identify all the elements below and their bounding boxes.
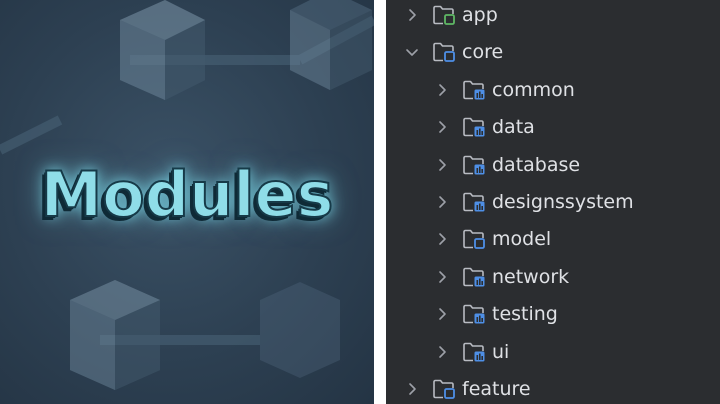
project-tree-panel[interactable]: app core common data database designssystem mo… xyxy=(386,0,720,404)
chevron-right-icon[interactable] xyxy=(434,269,450,285)
chevron-right-icon[interactable] xyxy=(434,194,450,210)
module-folder-icon xyxy=(462,191,486,213)
module-folder-icon xyxy=(432,4,456,26)
module-folder-icon xyxy=(462,116,486,138)
tree-item-database[interactable]: database xyxy=(434,150,580,180)
chevron-right-icon[interactable] xyxy=(434,119,450,135)
module-folder-icon xyxy=(462,228,486,250)
tree-item-common[interactable]: common xyxy=(434,75,575,105)
tree-item-ui[interactable]: ui xyxy=(434,337,509,367)
module-folder-icon xyxy=(462,266,486,288)
tree-item-model[interactable]: model xyxy=(434,224,551,254)
module-folder-icon xyxy=(462,303,486,325)
chevron-right-icon[interactable] xyxy=(434,231,450,247)
chevron-right-icon[interactable] xyxy=(404,381,420,397)
tree-item-feature[interactable]: feature xyxy=(404,374,531,404)
tree-item-designssystem[interactable]: designssystem xyxy=(434,187,634,217)
tree-item-label: common xyxy=(492,78,575,101)
tree-item-label: model xyxy=(492,228,552,251)
tree-item-label: testing xyxy=(492,303,558,326)
module-folder-icon xyxy=(432,41,456,63)
tree-item-core[interactable]: core xyxy=(404,37,503,67)
chevron-right-icon[interactable] xyxy=(434,306,450,322)
tree-item-label: designssystem xyxy=(492,191,634,213)
tree-item-label: core xyxy=(462,41,504,64)
tree-item-label: feature xyxy=(462,378,531,400)
modules-banner-image: Modules xyxy=(0,0,374,404)
chevron-right-icon[interactable] xyxy=(434,82,450,98)
module-folder-icon xyxy=(432,378,456,400)
tree-item-label: data xyxy=(492,116,535,139)
module-folder-icon xyxy=(462,79,486,101)
module-folder-icon xyxy=(462,154,486,176)
tree-item-testing[interactable]: testing xyxy=(434,299,558,329)
tree-item-label: app xyxy=(462,4,498,26)
divider xyxy=(374,0,386,404)
tree-item-data[interactable]: data xyxy=(434,112,535,142)
tree-item-label: database xyxy=(492,153,581,176)
tree-item-app[interactable]: app xyxy=(404,0,498,30)
chevron-down-icon[interactable] xyxy=(404,44,420,60)
tree-item-label: ui xyxy=(492,340,510,363)
banner-title: Modules xyxy=(39,157,334,232)
chevron-right-icon[interactable] xyxy=(434,344,450,360)
module-folder-icon xyxy=(462,341,486,363)
chevron-right-icon[interactable] xyxy=(404,7,420,23)
tree-item-label: network xyxy=(492,265,570,288)
chevron-right-icon[interactable] xyxy=(434,157,450,173)
tree-item-network[interactable]: network xyxy=(434,262,569,292)
